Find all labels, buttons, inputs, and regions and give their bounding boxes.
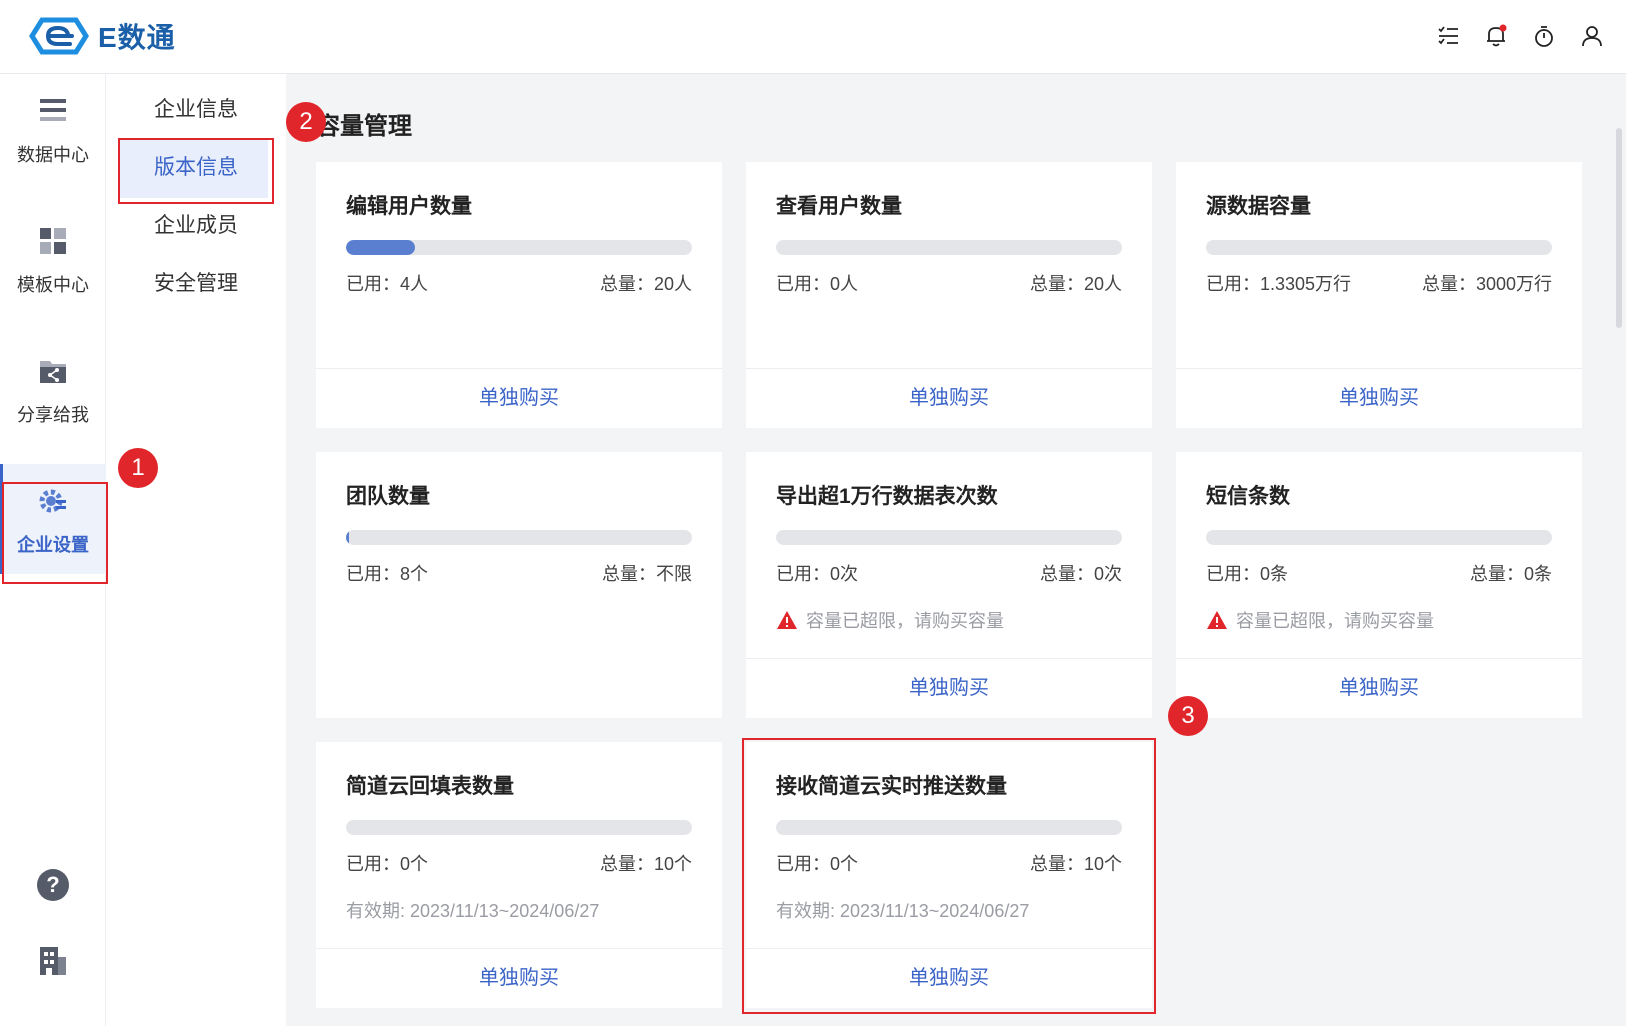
rail-item-enterprise-settings[interactable]: 企业设置 [0, 464, 106, 574]
main-content: 容量管理 编辑用户数量 已用：4人 总量：20人 单独购买 查看用户数量 已用：… [286, 74, 1626, 1026]
used-value: 已用：0人 [776, 274, 859, 294]
total-value: 总量：10个 [599, 854, 692, 874]
share-folder-icon [40, 361, 66, 383]
warning-text: 容量已超限，请购买容量 [1236, 611, 1434, 631]
progress-fill [346, 530, 350, 545]
top-header: E数通 [0, 0, 1626, 74]
scrollbar[interactable] [1616, 128, 1622, 328]
annotation-badge: 3 [1168, 696, 1208, 736]
capacity-card: 团队数量 已用：8个 总量：不限 [316, 452, 722, 718]
warning-icon [1207, 611, 1227, 629]
total-value: 总量：不限 [602, 564, 692, 584]
capacity-card: 接收简道云实时推送数量 已用：0个 总量：10个 有效期: 2023/11/13… [746, 742, 1152, 1008]
timer-icon[interactable] [1532, 22, 1556, 50]
rail-item-label: 模板中心 [17, 275, 89, 295]
progress-bar [776, 820, 1122, 835]
progress-bar [346, 820, 692, 835]
total-value: 总量：20人 [599, 274, 692, 294]
annotation-badge: 2 [286, 102, 326, 142]
subnav-item-members[interactable]: 企业成员 [118, 196, 268, 256]
progress-fill [346, 240, 416, 255]
subnav-item-enterprise-info[interactable]: 企业信息 [118, 80, 268, 140]
help-icon[interactable]: ? [36, 868, 70, 902]
card-title: 源数据容量 [1206, 195, 1311, 218]
page-title: 容量管理 [316, 113, 412, 140]
progress-bar [346, 530, 692, 545]
warning-note: 容量已超限，请购买容量 [1206, 607, 1434, 633]
buy-button[interactable]: 单独购买 [316, 949, 722, 1008]
capacity-card: 源数据容量 已用：1.3305万行 总量：3000万行 单独购买 [1176, 162, 1582, 428]
total-value: 总量：10个 [1029, 854, 1122, 874]
rail-item-shared-with-me[interactable]: 分享给我 [0, 334, 106, 444]
card-title: 简道云回填表数量 [346, 775, 514, 798]
left-rail: 数据中心 模板中心 分享给我 企业设置 ? [0, 74, 106, 1026]
validity-note: 有效期: 2023/11/13~2024/06/27 [346, 897, 599, 923]
progress-bar [1206, 240, 1552, 255]
warning-text: 容量已超限，请购买容量 [806, 611, 1004, 631]
used-value: 已用：0个 [346, 854, 429, 874]
progress-bar [1206, 530, 1552, 545]
app-name: E数通 [98, 22, 176, 53]
used-value: 已用：4人 [346, 274, 429, 294]
card-title: 导出超1万行数据表次数 [776, 485, 998, 508]
subnav-item-version-info[interactable]: 版本信息 [118, 138, 268, 198]
warning-icon [777, 611, 797, 629]
rail-item-label: 数据中心 [17, 145, 89, 165]
rail-item-data-center[interactable]: 数据中心 [0, 74, 106, 184]
subnav-item-security[interactable]: 安全管理 [118, 254, 268, 314]
task-list-icon[interactable] [1436, 22, 1460, 50]
buy-button[interactable]: 单独购买 [746, 369, 1152, 428]
card-title: 短信条数 [1206, 485, 1290, 508]
building-icon[interactable] [36, 944, 70, 978]
validity-note: 有效期: 2023/11/13~2024/06/27 [776, 897, 1029, 923]
used-value: 已用：0个 [776, 854, 859, 874]
rail-item-label: 分享给我 [17, 405, 89, 425]
progress-bar [776, 240, 1122, 255]
warning-note: 容量已超限，请购买容量 [776, 607, 1004, 633]
progress-bar [346, 240, 692, 255]
validity-text: 有效期: 2023/11/13~2024/06/27 [346, 901, 600, 921]
app-logo[interactable]: E数通 [28, 16, 176, 56]
used-value: 已用：1.3305万行 [1206, 274, 1352, 294]
used-value: 已用：8个 [346, 564, 429, 584]
sub-navigation: 企业信息 版本信息 企业成员 安全管理 [106, 74, 286, 1026]
progress-bar [776, 530, 1122, 545]
used-value: 已用：0条 [1206, 564, 1289, 584]
bell-icon[interactable] [1484, 22, 1508, 50]
capacity-card: 查看用户数量 已用：0人 总量：20人 单独购买 [746, 162, 1152, 428]
buy-button[interactable]: 单独购买 [1176, 369, 1582, 428]
total-value: 总量：20人 [1029, 274, 1122, 294]
buy-button[interactable]: 单独购买 [316, 369, 722, 428]
card-title: 接收简道云实时推送数量 [776, 775, 1007, 798]
rail-item-template-center[interactable]: 模板中心 [0, 204, 106, 314]
validity-text: 有效期: 2023/11/13~2024/06/27 [776, 901, 1030, 921]
capacity-card: 导出超1万行数据表次数 已用：0次 总量：0次 容量已超限，请购买容量 单独购买 [746, 452, 1152, 718]
database-icon [40, 99, 66, 121]
buy-button[interactable]: 单独购买 [746, 659, 1152, 718]
total-value: 总量：3000万行 [1421, 274, 1552, 294]
rail-item-label: 企业设置 [17, 535, 89, 555]
template-icon [40, 228, 66, 254]
buy-button[interactable]: 单独购买 [1176, 659, 1582, 718]
card-title: 查看用户数量 [776, 195, 902, 218]
logo-icon [29, 17, 89, 55]
svg-text:?: ? [46, 872, 59, 897]
capacity-card: 简道云回填表数量 已用：0个 总量：10个 有效期: 2023/11/13~20… [316, 742, 722, 1008]
capacity-card: 短信条数 已用：0条 总量：0条 容量已超限，请购买容量 单独购买 [1176, 452, 1582, 718]
buy-button[interactable]: 单独购买 [746, 949, 1152, 1008]
used-value: 已用：0次 [776, 564, 859, 584]
gear-icon [39, 489, 66, 513]
annotation-badge: 1 [118, 448, 158, 488]
card-title: 编辑用户数量 [346, 195, 472, 218]
user-icon[interactable] [1580, 22, 1604, 50]
card-title: 团队数量 [346, 485, 430, 508]
total-value: 总量：0条 [1469, 564, 1552, 584]
total-value: 总量：0次 [1039, 564, 1122, 584]
capacity-card: 编辑用户数量 已用：4人 总量：20人 单独购买 [316, 162, 722, 428]
